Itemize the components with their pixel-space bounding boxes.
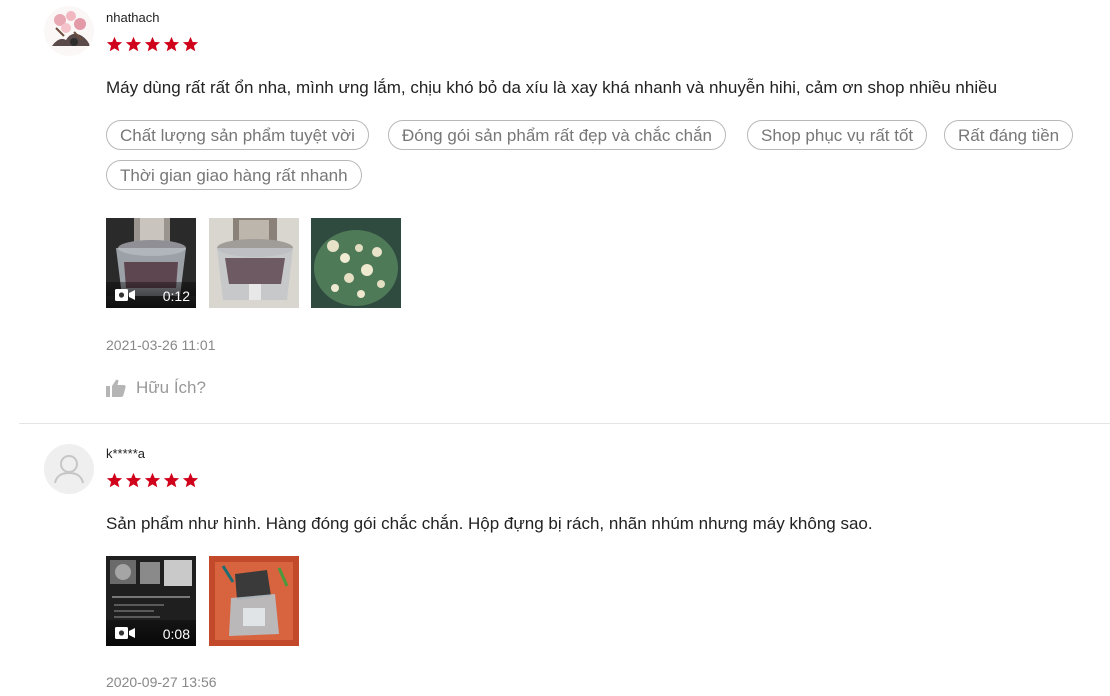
star-icon: [106, 36, 123, 52]
default-user-icon: [44, 444, 94, 494]
review-comment: Sản phẩm như hình. Hàng đóng gói chắc ch…: [106, 514, 873, 533]
avatar[interactable]: [44, 6, 94, 56]
review-item: nhathach Máy dùng rất rất ổn nha, mình ư…: [0, 0, 1110, 424]
video-duration: 0:08: [162, 626, 190, 642]
review-timestamp: 2021-03-26 11:01: [106, 337, 216, 353]
video-camera-icon: [115, 289, 135, 301]
star-rating: [106, 36, 199, 53]
review-video-thumbnail[interactable]: 0:12: [106, 218, 196, 308]
helpful-label: Hữu Ích?: [136, 378, 206, 397]
video-camera-icon: [115, 627, 135, 639]
review-tag: Đóng gói sản phẩm rất đẹp và chắc chắn: [388, 120, 726, 150]
review-image-thumbnail[interactable]: [311, 218, 401, 308]
star-rating: [106, 472, 199, 489]
review-tag: Thời gian giao hàng rất nhanh: [106, 160, 362, 190]
star-icon: [182, 472, 199, 488]
video-duration: 0:12: [162, 288, 190, 304]
avatar[interactable]: [44, 444, 94, 494]
review-item: k*****a Sản phẩm như hình. Hàng đóng gói…: [0, 424, 1110, 696]
star-icon: [182, 36, 199, 52]
thumbs-up-icon: [106, 379, 126, 397]
star-icon: [106, 472, 123, 488]
helpful-button[interactable]: Hữu Ích?: [106, 378, 206, 398]
review-comment: Máy dùng rất rất ổn nha, mình ưng lắm, c…: [106, 78, 998, 97]
review-tag: Rất đáng tiền: [944, 120, 1074, 150]
star-icon: [125, 472, 142, 488]
reviewer-name: k*****a: [106, 446, 146, 461]
review-timestamp: 2020-09-27 13:56: [106, 674, 217, 690]
star-icon: [144, 472, 161, 488]
review-image-thumbnail[interactable]: [209, 556, 299, 646]
star-icon: [125, 36, 142, 52]
star-icon: [163, 472, 180, 488]
review-video-thumbnail[interactable]: 0:08: [106, 556, 196, 646]
star-icon: [163, 36, 180, 52]
review-tag: Chất lượng sản phẩm tuyệt vời: [106, 120, 369, 150]
star-icon: [144, 36, 161, 52]
review-image-thumbnail[interactable]: [209, 218, 299, 308]
review-tag: Shop phục vụ rất tốt: [747, 120, 928, 150]
reviewer-name: nhathach: [106, 10, 160, 25]
